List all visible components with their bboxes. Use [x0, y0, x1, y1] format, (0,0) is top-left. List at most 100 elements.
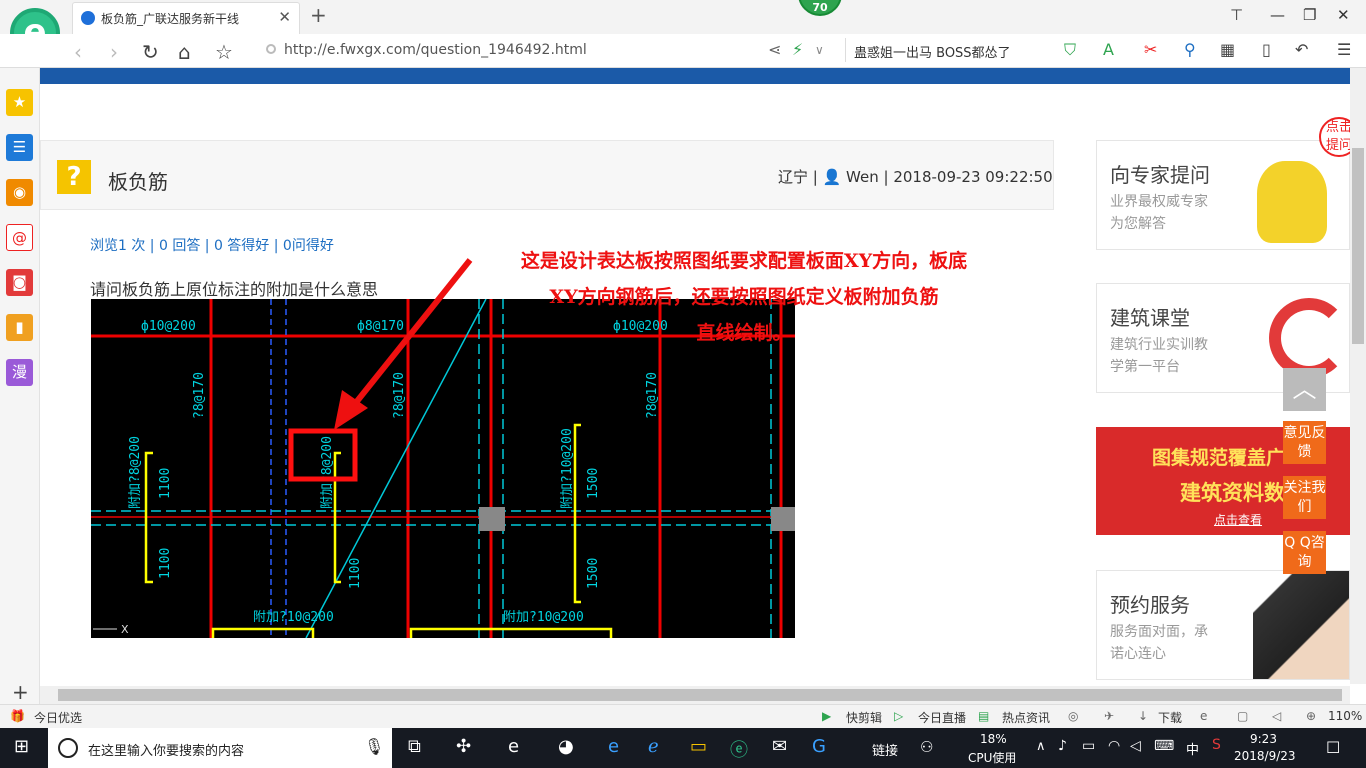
forward-icon[interactable]: ›	[110, 40, 118, 64]
translate-icon[interactable]: A	[1103, 40, 1114, 59]
email-icon[interactable]: @	[6, 224, 33, 251]
status-item[interactable]: 下载	[1158, 709, 1182, 726]
file-explorer-icon[interactable]: ▭	[690, 736, 707, 757]
cortana-icon[interactable]	[58, 738, 78, 758]
back-icon[interactable]: ‹	[74, 40, 82, 64]
keyboard-icon[interactable]: ⌨	[1154, 738, 1174, 754]
service-card[interactable]: 预约服务 服务面对面，承 诺心连心	[1096, 570, 1350, 680]
volume-icon[interactable]: ◁	[1272, 709, 1281, 723]
app-bird-icon[interactable]: ◕	[558, 736, 574, 757]
restore-icon[interactable]: ❐	[1303, 6, 1316, 24]
new-tab-button[interactable]: +	[310, 3, 327, 27]
news-icon[interactable]: ☰	[6, 134, 33, 161]
ie-mode-icon[interactable]: e	[1200, 709, 1207, 723]
gift-icon[interactable]: 🎁	[10, 709, 25, 723]
tab-title: 板负筋_广联达服务新干线	[101, 12, 240, 26]
search-icon[interactable]: ⚲	[1184, 40, 1196, 59]
horizontal-scroll-thumb[interactable]	[58, 689, 1342, 701]
zoom-level[interactable]: 110%	[1328, 709, 1362, 723]
sogou-icon[interactable]: S	[1212, 737, 1221, 753]
status-item[interactable]: 今日直播	[918, 709, 966, 726]
minimize-icon[interactable]: —	[1270, 6, 1285, 24]
speed-mode-icon[interactable]: ⚡	[792, 40, 803, 59]
cad-label: 附加?8@200	[320, 436, 335, 509]
url-input[interactable]: http://e.fwxgx.com/question_1946492.html	[262, 38, 762, 62]
battery-icon[interactable]: ▭	[1082, 738, 1095, 754]
skin-icon[interactable]: ⊤	[1230, 6, 1243, 24]
tray-up-icon[interactable]: ∧	[1036, 739, 1046, 754]
feedback-button[interactable]: 意见反馈	[1283, 421, 1326, 464]
windows-start-icon[interactable]: ⊞	[14, 736, 29, 757]
apps-grid-icon[interactable]: ▦	[1220, 40, 1235, 59]
quick-edit-icon[interactable]: ▶	[822, 709, 831, 723]
home-icon[interactable]: ⌂	[178, 40, 191, 64]
taskbar-search-placeholder: 在这里输入你要搜索的内容	[88, 744, 245, 759]
tab-close-icon[interactable]: ✕	[278, 8, 291, 26]
hot-news-icon[interactable]: ▤	[978, 709, 989, 723]
taskbar-search-input[interactable]: 在这里输入你要搜索的内容 🎙	[48, 728, 392, 768]
share-icon[interactable]: ⋖	[768, 40, 781, 59]
security-shield-icon[interactable]: ⛉	[1064, 40, 1076, 60]
undo-icon[interactable]: ↶	[1295, 40, 1308, 59]
refresh-icon[interactable]: ↻	[142, 40, 159, 64]
favorite-star-icon[interactable]: ☆	[215, 40, 233, 64]
close-window-icon[interactable]: ✕	[1337, 6, 1350, 24]
expert-sub1: 业界最权威专家	[1110, 194, 1208, 210]
cad-label: 1500	[586, 558, 601, 589]
speaker-icon[interactable]: ◁	[1130, 738, 1141, 754]
chevron-down-icon[interactable]: ∨	[815, 43, 824, 57]
window-icon[interactable]: ▢	[1237, 709, 1248, 723]
wifi-icon[interactable]: ◠	[1108, 738, 1120, 754]
status-item[interactable]: 热点资讯	[1002, 709, 1050, 726]
favorites-icon[interactable]: ★	[6, 89, 33, 116]
app-g-icon[interactable]: G	[812, 736, 826, 757]
game-icon[interactable]: ◙	[6, 269, 33, 296]
screenshot-scissors-icon[interactable]: ✂	[1144, 40, 1157, 59]
cad-label: 附加?10@200	[253, 610, 334, 625]
url-text: http://e.fwxgx.com/question_1946492.html	[284, 42, 587, 58]
cpu-value: 18%	[980, 732, 1007, 746]
vertical-scroll-thumb[interactable]	[1352, 148, 1364, 344]
pin-icon[interactable]: ✈	[1104, 709, 1114, 723]
link-label[interactable]: 链接	[872, 740, 898, 759]
app-360-browser-icon[interactable]: ⓔ	[730, 736, 748, 762]
clock-time[interactable]: 9:23	[1250, 732, 1277, 746]
notify-bell-icon[interactable]: ♪	[1058, 738, 1067, 754]
site-info-icon[interactable]	[266, 44, 276, 54]
live-icon[interactable]: ▷	[894, 709, 903, 723]
question-stats[interactable]: 浏览1 次 | 0 回答 | 0 答得好 | 0问得好	[90, 235, 334, 255]
weibo-icon[interactable]: ◉	[6, 179, 33, 206]
zoom-icon[interactable]: ⊕	[1306, 709, 1316, 723]
app-ie-icon[interactable]: e	[508, 736, 519, 757]
reader-icon[interactable]: ▯	[1262, 40, 1271, 59]
promo-link[interactable]: 点击查看	[1214, 511, 1262, 528]
browser-tab[interactable]: 板负筋_广联达服务新干线 ✕	[72, 2, 300, 34]
promo-line2: 建筑资料数	[1180, 481, 1285, 505]
clock-date[interactable]: 2018/9/23	[1234, 749, 1296, 763]
qq-consult-button[interactable]: Q Q咨询	[1283, 531, 1326, 574]
back-to-top-button[interactable]: ︿	[1283, 368, 1326, 411]
search-input[interactable]: 蛊惑姐一出马 BOSS都怂了	[845, 38, 1040, 62]
app-mail-icon[interactable]: ✉	[772, 736, 787, 757]
expert-card[interactable]: 向专家提问 业界最权威专家 为您解答 点击提问	[1096, 117, 1359, 250]
speed-icon[interactable]: ◎	[1068, 709, 1078, 723]
comic-icon[interactable]: 漫	[6, 359, 33, 386]
menu-icon[interactable]: ☰	[1337, 40, 1351, 59]
follow-us-button[interactable]: 关注我们	[1283, 476, 1326, 519]
daily-picks-link[interactable]: 今日优选	[34, 709, 82, 726]
app-fan-icon[interactable]: ✣	[456, 736, 471, 757]
app-edge-icon[interactable]: e	[608, 736, 619, 757]
microphone-icon[interactable]: 🎙	[364, 737, 384, 756]
people-icon[interactable]: ⚇	[920, 738, 933, 756]
task-view-icon[interactable]: ⧉	[408, 736, 421, 757]
status-item[interactable]: 快剪辑	[846, 709, 882, 726]
question-mark-icon: ?	[57, 160, 91, 194]
download-icon[interactable]: ↓	[1138, 709, 1148, 723]
ime-indicator[interactable]: 中	[1186, 739, 1199, 758]
novel-icon[interactable]: ▮	[6, 314, 33, 341]
add-sidebar-app-icon[interactable]: +	[12, 680, 29, 704]
annotation-line: 这是设计表达板按照图纸要求配置板面XY方向，板底	[520, 250, 968, 272]
action-center-icon[interactable]: ☐	[1326, 738, 1340, 757]
app-ie-blue-icon[interactable]: ℯ	[648, 736, 659, 757]
promo-line1: 图集规范覆盖广	[1152, 447, 1286, 469]
